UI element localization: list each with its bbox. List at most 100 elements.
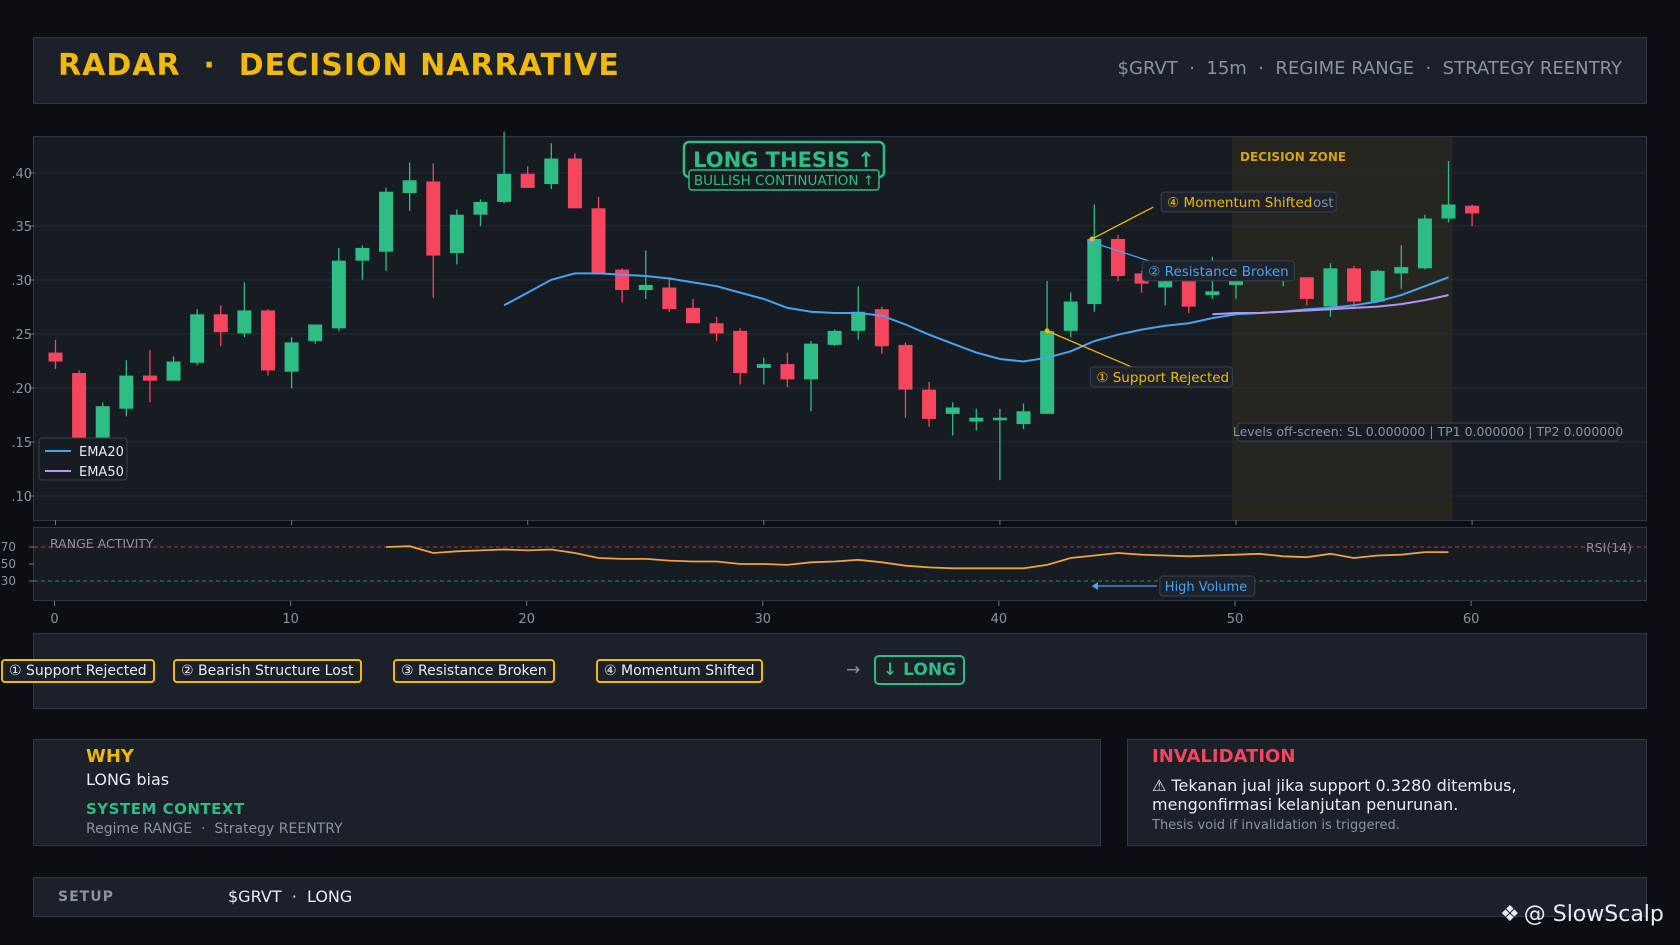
- candle-body: [473, 201, 488, 215]
- candle-body: [1347, 268, 1362, 302]
- candle-body: [520, 173, 535, 188]
- candle-body: [95, 406, 110, 439]
- x-tick-label: 40: [991, 612, 1008, 627]
- x-tick-label: 50: [1227, 612, 1244, 627]
- candle-body: [48, 352, 63, 362]
- annotation-label: ④ Momentum Shifted: [1167, 195, 1312, 211]
- candle-body: [284, 342, 299, 372]
- candle-body: [237, 310, 252, 334]
- candle-body: [1441, 204, 1456, 219]
- candle-body: [402, 180, 417, 194]
- y-tick-label: .35: [11, 220, 32, 235]
- candle-body: [1370, 270, 1385, 302]
- candle-body: [1417, 218, 1432, 269]
- watermark: ❖ @ SlowScalp: [1500, 902, 1664, 927]
- step-chip: ③ Resistance Broken: [393, 659, 555, 683]
- why-title: WHY: [86, 746, 134, 767]
- x-axis: 0 10 20 30 40 50 60: [50, 601, 1480, 627]
- x-tick-label: 20: [518, 612, 535, 627]
- rsi-y-tick-label: 30: [1, 574, 16, 588]
- candle-body: [379, 191, 394, 252]
- system-context-title: SYSTEM CONTEXT: [86, 800, 245, 818]
- watermark-text: @ SlowScalp: [1523, 902, 1664, 927]
- candle-body: [426, 181, 441, 256]
- candle-body: [969, 417, 984, 422]
- high-volume-arrowhead: [1091, 582, 1098, 590]
- candle-body: [72, 373, 87, 439]
- page-title: RADAR · DECISION NARRATIVE: [58, 48, 620, 83]
- candle-body: [1205, 291, 1220, 296]
- candle-body: [685, 307, 700, 324]
- x-tick-label: 60: [1463, 612, 1480, 627]
- annotation-arrowhead: [1044, 328, 1050, 334]
- logo-icon: ❖: [1500, 902, 1520, 927]
- thesis-subtitle: BULLISH CONTINUATION ↑: [694, 173, 874, 189]
- y-tick-label: .10: [11, 490, 32, 505]
- candle-body: [922, 389, 937, 419]
- y-tick-label: .20: [11, 382, 32, 397]
- why-panel: WHY LONG bias SYSTEM CONTEXT Regime RANG…: [33, 739, 1101, 846]
- candle-body: [827, 330, 842, 345]
- narrative-steps-panel: ① Support Rejected ② Bearish Structure L…: [1, 633, 1647, 709]
- candle-body: [190, 314, 205, 363]
- invalidation-panel: INVALIDATION ⚠ Tekanan jual jika support…: [1127, 739, 1647, 846]
- step-chip: ② Bearish Structure Lost: [173, 659, 362, 683]
- candle-body: [992, 417, 1007, 421]
- high-volume-label: High Volume: [1165, 580, 1247, 595]
- arrow-icon: →: [846, 660, 861, 680]
- candle-body: [166, 361, 181, 381]
- why-body: LONG bias: [86, 770, 170, 789]
- annotation-arrow: [1046, 330, 1138, 370]
- candle-body: [142, 375, 157, 381]
- step-chip: ① Support Rejected: [1, 659, 155, 683]
- candle-body: [497, 173, 512, 202]
- x-tick-label: 10: [282, 612, 299, 627]
- x-tick-label: 30: [755, 612, 772, 627]
- candle-body: [567, 158, 582, 209]
- annotation-label: ① Support Rejected: [1096, 370, 1229, 386]
- candle-body: [331, 260, 346, 329]
- y-tick-label: .30: [11, 274, 32, 289]
- legend-label: EMA50: [79, 465, 124, 480]
- price-chart-panel: DECISION ZONE .40 .35 .30 .25 .20 .15 .10 ① Su…: [11, 131, 1647, 525]
- candle-body: [1110, 238, 1125, 276]
- y-tick-label: .25: [11, 328, 32, 343]
- candle-body: [308, 324, 323, 342]
- y-tick-label: .15: [11, 436, 32, 451]
- candle-body: [780, 364, 795, 380]
- levels-note-text: Levels off-screen: SL 0.000000 | TP1 0.0…: [1233, 424, 1623, 439]
- step-chip: ④ Momentum Shifted: [596, 659, 763, 683]
- candle-body: [544, 158, 559, 185]
- setup-label: SETUP: [58, 889, 114, 905]
- candle-body: [615, 269, 630, 291]
- annotation-label: ② Resistance Broken: [1148, 264, 1288, 280]
- setup-panel: SETUP $GRVT · LONG: [33, 877, 1647, 917]
- candle-body: [851, 311, 866, 331]
- thesis-title: LONG THESIS ↑: [693, 148, 875, 172]
- candle-body: [662, 287, 677, 310]
- candle-body: [1016, 411, 1031, 425]
- candle-body: [355, 247, 370, 261]
- rsi-y-tick-label: 50: [1, 557, 16, 571]
- legend-label: EMA20: [79, 445, 124, 460]
- rsi-y-tick-label: 70: [1, 540, 16, 554]
- header-panel: RADAR · DECISION NARRATIVE $GRVT · 15m ·…: [33, 37, 1647, 104]
- candle-body: [756, 364, 771, 368]
- invalidation-body: ⚠ Tekanan jual jika support 0.3280 ditem…: [1152, 776, 1517, 814]
- rsi-panel: RANGE ACTIVITY RSI(14) 70 50 30 High Volume: [1, 527, 1647, 601]
- invalidation-title: INVALIDATION: [1152, 746, 1296, 767]
- candle-body: [1087, 238, 1102, 305]
- levels-note: Levels off-screen: SL 0.000000 | TP1 0.0…: [1233, 422, 1623, 442]
- chart-legend: EMA20 EMA50: [38, 437, 128, 481]
- candle-body: [1323, 268, 1338, 307]
- candle-body: [260, 310, 275, 371]
- candle-body: [119, 375, 134, 409]
- decision-zone-label: DECISION ZONE: [1240, 150, 1346, 164]
- x-tick-label: 0: [50, 612, 58, 627]
- header-meta: $GRVT · 15m · REGIME RANGE · STRATEGY RE…: [1117, 58, 1622, 79]
- candle-body: [709, 323, 724, 334]
- annotation-callout: ① Support Rejected: [1044, 328, 1233, 388]
- candle-body: [1040, 330, 1055, 414]
- price-chart: DECISION ZONE .40 .35 .30 .25 .20 .15 .10 ① Su…: [11, 131, 1646, 525]
- thesis-badge: LONG THESIS ↑BULLISH CONTINUATION ↑: [682, 140, 886, 191]
